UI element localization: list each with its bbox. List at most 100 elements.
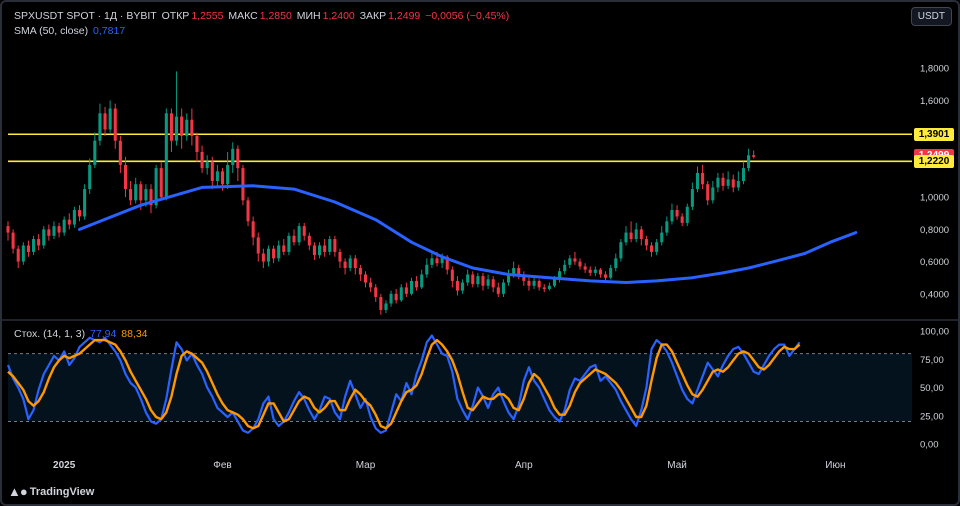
candle-body bbox=[721, 177, 725, 186]
time-tick-2: Мар bbox=[356, 460, 376, 471]
candle bbox=[98, 103, 102, 146]
symbol-label[interactable]: SPXUSDT SPOT · 1Д · BYBIT bbox=[14, 10, 157, 22]
candle-body bbox=[282, 245, 286, 252]
candle-body bbox=[598, 269, 602, 275]
candle-body bbox=[220, 171, 225, 185]
level-high-tag[interactable]: 1,3901 bbox=[914, 127, 954, 141]
candle-body bbox=[47, 229, 51, 236]
candle-body bbox=[532, 280, 536, 286]
candle-body bbox=[210, 161, 214, 181]
price-tick-1: 1,6000 bbox=[920, 96, 949, 107]
candle-body bbox=[169, 113, 173, 141]
time-axis[interactable]: 2025 Фев Мар Апр Май Июн bbox=[53, 460, 845, 471]
candle-body bbox=[619, 242, 623, 259]
candle-body bbox=[32, 239, 36, 252]
candle-body bbox=[741, 168, 745, 181]
candle-body bbox=[272, 248, 276, 259]
change-value: −0,0056 (−0,45%) bbox=[425, 10, 510, 22]
candle-body bbox=[629, 232, 633, 240]
currency-button[interactable]: USDT bbox=[910, 7, 952, 26]
candle-body bbox=[660, 232, 664, 243]
candle bbox=[476, 272, 480, 288]
candle bbox=[644, 235, 648, 251]
candle-body bbox=[517, 268, 521, 275]
candle bbox=[47, 224, 51, 241]
high-value: 1,2850 bbox=[259, 10, 292, 22]
candle-body bbox=[675, 210, 679, 217]
candle bbox=[205, 155, 209, 175]
candle-body bbox=[583, 266, 587, 270]
candle-body bbox=[680, 216, 684, 223]
low-label: МИН bbox=[296, 10, 321, 22]
candle-body bbox=[665, 221, 669, 233]
candle-body bbox=[215, 171, 219, 181]
candle bbox=[175, 71, 179, 146]
candle-body bbox=[563, 264, 567, 272]
open-value: 1,2555 bbox=[191, 10, 224, 22]
candle bbox=[57, 222, 61, 238]
candle-body bbox=[307, 235, 311, 246]
candle-body bbox=[200, 151, 204, 169]
candle-body bbox=[103, 113, 107, 130]
candle-body bbox=[42, 229, 46, 246]
candle bbox=[164, 108, 168, 201]
stoch-tick-2: 50,00 bbox=[920, 383, 944, 394]
stoch-axis[interactable]: 100,00 75,00 50,00 25,00 0,00 bbox=[920, 327, 949, 451]
candle bbox=[690, 182, 694, 211]
candle-body bbox=[374, 287, 378, 298]
candle bbox=[292, 229, 296, 246]
stoch-legend[interactable]: Стох. (14, 1, 3) 77,94 88,34 bbox=[14, 328, 150, 340]
stoch-band-fill bbox=[8, 353, 912, 422]
candle bbox=[466, 269, 470, 286]
candle bbox=[486, 274, 490, 289]
candle bbox=[200, 145, 204, 173]
candle-body bbox=[670, 210, 674, 222]
candle-body bbox=[93, 140, 97, 165]
candle bbox=[481, 272, 485, 291]
candle bbox=[425, 258, 429, 278]
candle bbox=[358, 264, 362, 281]
close-value: 1,2499 bbox=[388, 10, 421, 22]
candle-body bbox=[394, 293, 398, 301]
candle bbox=[16, 245, 20, 269]
tradingview-logo[interactable]: ▲● TradingView bbox=[8, 484, 94, 499]
candle-body bbox=[231, 148, 235, 165]
candle-body bbox=[547, 285, 551, 289]
stoch-tick-3: 25,00 bbox=[920, 411, 944, 422]
candle-body bbox=[634, 229, 638, 240]
candle bbox=[598, 268, 602, 278]
candle bbox=[72, 206, 76, 228]
candle bbox=[578, 258, 582, 270]
candle bbox=[726, 171, 730, 190]
candle bbox=[685, 203, 689, 227]
candle bbox=[619, 239, 623, 262]
candle-body bbox=[266, 248, 271, 262]
price-axis[interactable]: 1,80001,60001,40001,00000,80000,60000,40… bbox=[920, 64, 949, 301]
candle-body bbox=[353, 258, 357, 269]
candle-body bbox=[277, 245, 281, 259]
candle bbox=[272, 245, 276, 264]
candle bbox=[634, 222, 638, 243]
candle bbox=[563, 259, 567, 275]
candle-body bbox=[609, 268, 613, 278]
price-tick-4: 0,8000 bbox=[920, 225, 949, 236]
candle bbox=[323, 239, 327, 257]
candle bbox=[680, 213, 684, 227]
level-low-tag[interactable]: 1,2220 bbox=[914, 154, 954, 168]
candle bbox=[639, 226, 643, 246]
candle bbox=[522, 271, 526, 286]
candle-body bbox=[363, 274, 368, 283]
candle bbox=[108, 100, 112, 133]
candle-body bbox=[573, 258, 577, 262]
main-legend: SPXUSDT SPOT · 1Д · BYBIT ОТКР 1,2555 МАК… bbox=[14, 10, 511, 22]
candle bbox=[752, 150, 756, 159]
candle bbox=[67, 213, 71, 230]
horizontal-levels[interactable] bbox=[8, 133, 912, 163]
chart-canvas[interactable]: 1,80001,60001,40001,00000,80000,60000,40… bbox=[0, 0, 960, 506]
candle bbox=[527, 277, 531, 291]
sma-legend[interactable]: SMA (50, close) 0,7817 bbox=[14, 25, 127, 37]
candle bbox=[430, 253, 434, 269]
candle-body bbox=[185, 119, 189, 136]
candle-body bbox=[466, 274, 470, 283]
candle-body bbox=[134, 184, 138, 201]
